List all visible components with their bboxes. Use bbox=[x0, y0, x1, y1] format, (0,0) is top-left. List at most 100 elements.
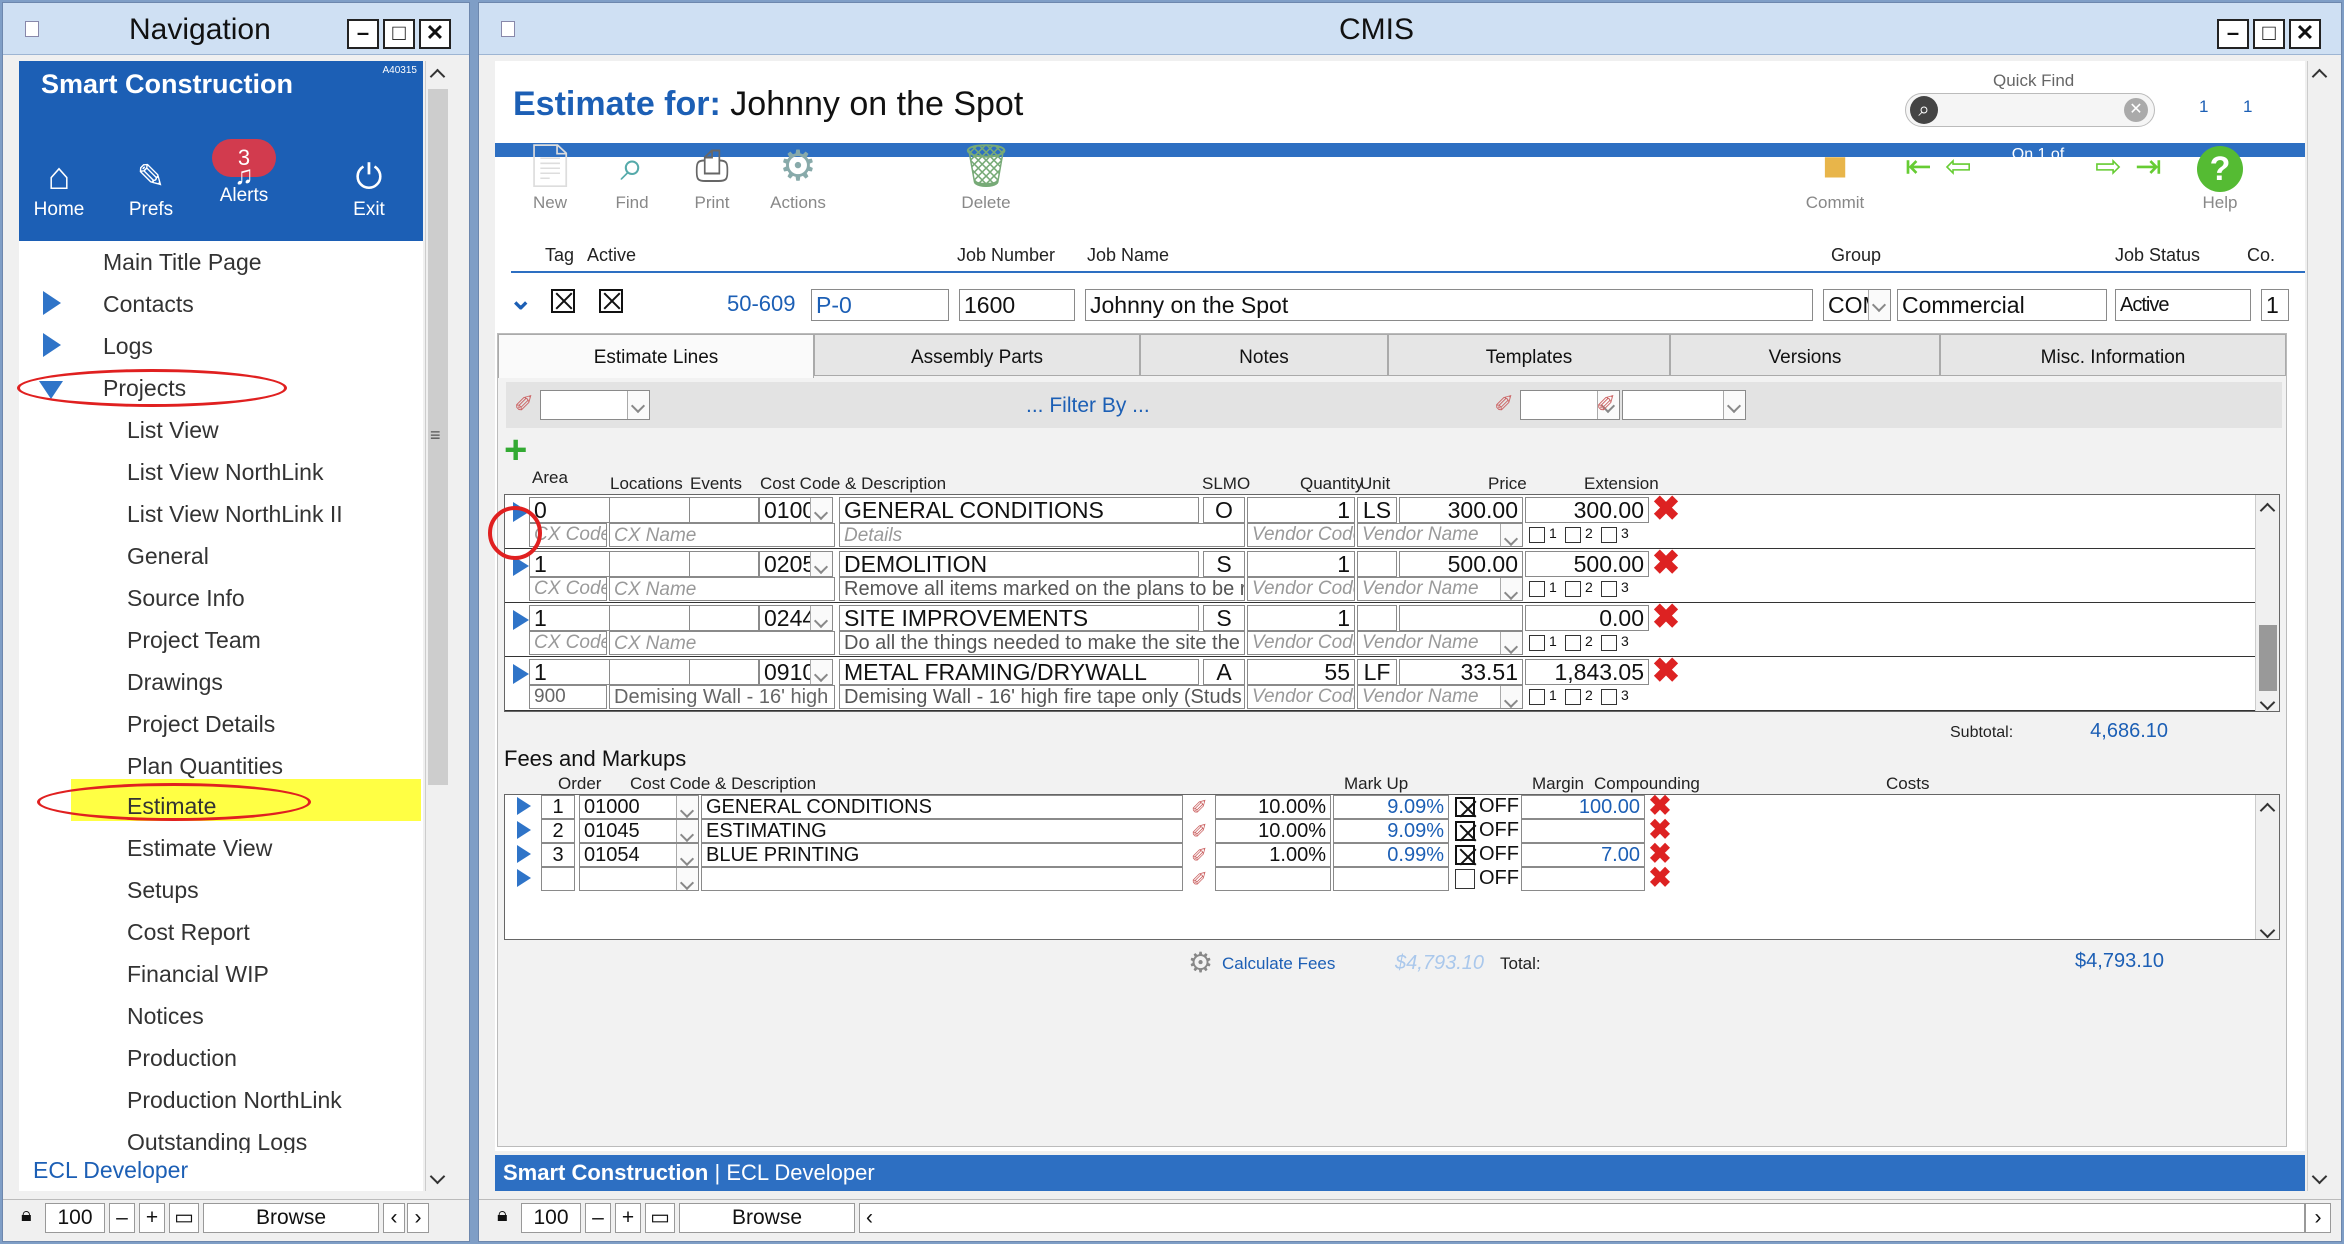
new-button[interactable]: 📄︎ New bbox=[515, 139, 585, 213]
add-line-icon[interactable]: + bbox=[504, 430, 527, 470]
toolbar-toggle-icon[interactable]: ▭ bbox=[645, 1203, 675, 1233]
chevron-down-icon[interactable] bbox=[676, 844, 698, 866]
events-field[interactable] bbox=[689, 605, 759, 631]
co-field[interactable]: 1 bbox=[2261, 289, 2289, 321]
scroll-down-arrow[interactable] bbox=[2256, 919, 2279, 939]
fee-order-field[interactable]: 2 bbox=[541, 819, 575, 843]
fee-cost-code-field[interactable]: 01054 bbox=[579, 843, 699, 867]
print-button[interactable]: ⎙ Print bbox=[677, 139, 747, 213]
hscroll-right-arrow[interactable]: › bbox=[407, 1203, 429, 1233]
chevron-down-icon[interactable] bbox=[627, 391, 649, 419]
fee-cost-field[interactable] bbox=[1521, 819, 1645, 843]
option-checkbox-3[interactable] bbox=[1601, 689, 1617, 705]
scroll-up-arrow[interactable] bbox=[2256, 495, 2279, 515]
find-button[interactable]: ⌕ Find bbox=[597, 139, 667, 213]
option-checkbox-3[interactable] bbox=[1601, 635, 1617, 651]
chevron-down-icon[interactable] bbox=[676, 868, 698, 890]
eraser-icon[interactable]: ✐ bbox=[1191, 867, 1208, 892]
cx-code-field[interactable]: 900CX Code bbox=[529, 685, 607, 709]
quantity-field[interactable]: 55 bbox=[1247, 659, 1355, 685]
scroll-up-arrow[interactable] bbox=[426, 61, 450, 87]
fee-margin-field[interactable] bbox=[1333, 867, 1449, 891]
contacts-expand-icon[interactable] bbox=[43, 291, 61, 315]
nav-mode[interactable]: Browse bbox=[203, 1203, 379, 1233]
actions-button[interactable]: ⚙ Actions bbox=[761, 139, 835, 213]
cost-code-field[interactable]: 02440 bbox=[759, 605, 833, 631]
cost-code-field[interactable]: 02050 bbox=[759, 551, 833, 577]
option-checkbox-2[interactable] bbox=[1565, 581, 1581, 597]
first-record-icon[interactable]: ⇤ bbox=[1905, 147, 1932, 185]
delete-row-icon[interactable]: ✖ bbox=[1651, 495, 1681, 526]
description-field[interactable]: SITE IMPROVEMENTS bbox=[839, 605, 1199, 631]
prefs-button[interactable]: ✎ Prefs bbox=[121, 155, 181, 221]
quick-find-input[interactable]: ⌕ ✕ bbox=[1905, 93, 2155, 127]
nav-item-production-northlink[interactable]: Production NorthLink bbox=[127, 1087, 342, 1114]
fee-row-expand-icon[interactable] bbox=[517, 797, 531, 815]
nav-item-plan-quantities[interactable]: Plan Quantities bbox=[127, 753, 283, 780]
vendor-name-field[interactable]: Vendor Name bbox=[1357, 523, 1523, 547]
lock-icon[interactable]: 🔒︎ bbox=[21, 1204, 32, 1227]
row-expand-icon[interactable] bbox=[513, 664, 529, 684]
nav-item-general[interactable]: General bbox=[127, 543, 209, 570]
fee-margin-field[interactable]: 0.99% bbox=[1333, 843, 1449, 867]
fee-margin-field[interactable]: 9.09% bbox=[1333, 819, 1449, 843]
eraser-icon[interactable]: ✐ bbox=[1191, 795, 1208, 820]
option-checkbox-2[interactable] bbox=[1565, 527, 1581, 543]
delete-row-icon[interactable]: ✖ bbox=[1651, 654, 1681, 688]
quantity-field[interactable]: 1 bbox=[1247, 551, 1355, 577]
main-zoom-level[interactable]: 100 bbox=[521, 1203, 581, 1233]
fee-row-expand-icon[interactable] bbox=[517, 869, 531, 887]
exit-button[interactable]: ⏻ Exit bbox=[339, 155, 399, 221]
clear-search-icon[interactable]: ✕ bbox=[2124, 98, 2148, 122]
fee-cost-code-field[interactable]: 01000 bbox=[579, 795, 699, 819]
filter-by-label[interactable]: ... Filter By ... bbox=[1026, 394, 1150, 418]
details-field[interactable]: Do all the things needed to make the sit… bbox=[839, 631, 1245, 655]
extension-field[interactable]: 1,843.05 bbox=[1525, 659, 1649, 685]
extension-field[interactable]: 300.00 bbox=[1525, 497, 1649, 523]
details-field[interactable]: Details bbox=[839, 523, 1245, 547]
close-button[interactable]: ✕ bbox=[2289, 19, 2321, 49]
chevron-down-icon[interactable] bbox=[1500, 686, 1522, 708]
zoom-in-button[interactable]: + bbox=[139, 1203, 165, 1233]
minimize-button[interactable]: – bbox=[347, 19, 379, 49]
nav-item-cost-report[interactable]: Cost Report bbox=[127, 919, 250, 946]
scroll-down-arrow[interactable] bbox=[2308, 1165, 2332, 1191]
chevron-down-icon[interactable]: ⌄ bbox=[509, 283, 532, 316]
delete-row-icon[interactable]: ✖ bbox=[1651, 546, 1681, 580]
option-checkbox-1[interactable] bbox=[1529, 635, 1545, 651]
chevron-down-icon[interactable] bbox=[1500, 524, 1522, 546]
fee-order-field[interactable]: 1 bbox=[541, 795, 575, 819]
hscroll-left-arrow[interactable]: ‹ bbox=[383, 1203, 405, 1233]
scroll-up-arrow[interactable] bbox=[2308, 61, 2332, 87]
vendor-code-field[interactable]: Vendor Code bbox=[1247, 523, 1355, 547]
vendor-name-field[interactable]: Vendor Name bbox=[1357, 577, 1523, 601]
eraser-icon[interactable]: ✐ bbox=[1494, 390, 1514, 419]
tag-checkbox[interactable] bbox=[551, 289, 575, 313]
nav-item-project-details[interactable]: Project Details bbox=[127, 711, 275, 738]
nav-item-project-team[interactable]: Project Team bbox=[127, 627, 261, 654]
option-checkbox-1[interactable] bbox=[1529, 581, 1545, 597]
main-mode[interactable]: Browse bbox=[679, 1203, 855, 1233]
nav-item-outstanding-logs[interactable]: Outstanding Logs bbox=[127, 1129, 307, 1156]
lock-icon[interactable]: 🔒︎ bbox=[497, 1204, 508, 1227]
scroll-thumb-lower[interactable] bbox=[2259, 625, 2277, 691]
cx-code-field[interactable]: CX Code bbox=[529, 577, 607, 601]
nav-scrollbar[interactable]: ≡ bbox=[425, 61, 449, 1191]
nav-item-list-view-northlink[interactable]: List View NorthLink bbox=[127, 459, 323, 486]
calculate-fees-icon[interactable]: ⚙ bbox=[1188, 946, 1213, 979]
tab-misc-information[interactable]: Misc. Information bbox=[1940, 334, 2286, 376]
nav-item-drawings[interactable]: Drawings bbox=[127, 669, 223, 696]
alerts-button[interactable]: 3 ♫ Alerts bbox=[209, 139, 279, 207]
last-record-icon[interactable]: ⇥ bbox=[2135, 147, 2162, 185]
price-field[interactable]: 500.00 bbox=[1399, 551, 1523, 577]
slmo-field[interactable]: A bbox=[1203, 659, 1245, 685]
logs-expand-icon[interactable] bbox=[43, 333, 61, 357]
fee-order-field[interactable]: 3 bbox=[541, 843, 575, 867]
scroll-down-arrow[interactable] bbox=[426, 1165, 450, 1191]
events-field[interactable] bbox=[689, 497, 759, 523]
tab-notes[interactable]: Notes bbox=[1140, 334, 1388, 376]
close-button[interactable]: ✕ bbox=[419, 19, 451, 49]
p-field[interactable]: P-0 bbox=[811, 289, 949, 321]
option-checkbox-3[interactable] bbox=[1601, 527, 1617, 543]
extension-field[interactable]: 500.00 bbox=[1525, 551, 1649, 577]
